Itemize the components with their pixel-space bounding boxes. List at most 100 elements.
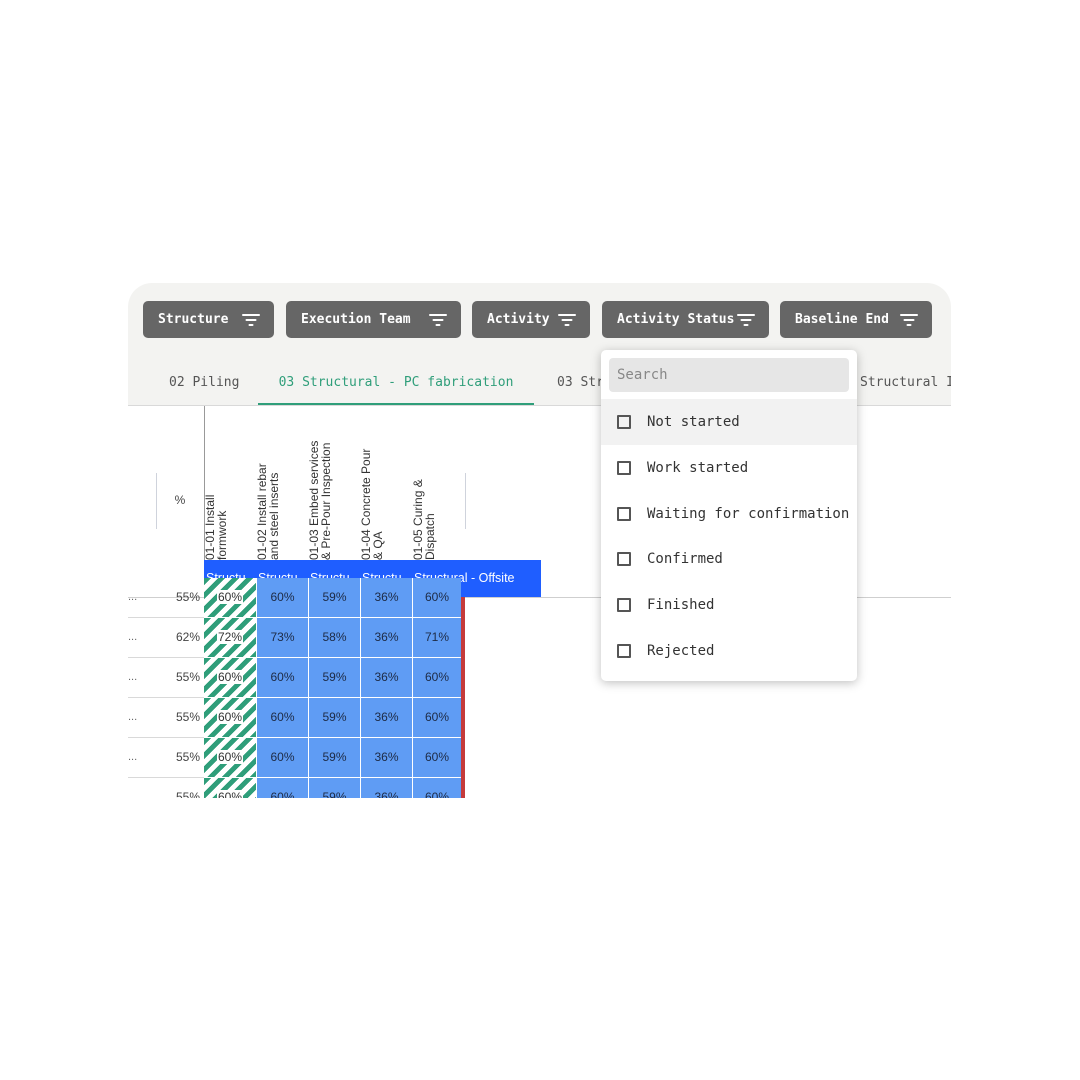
- tab-03-structural-pc-fabrication[interactable]: 03 Structural - PC fabrication: [258, 361, 534, 405]
- percent-column-header: %: [174, 493, 186, 507]
- row-lead: ...: [128, 751, 138, 763]
- progress-cell[interactable]: 60%: [256, 698, 308, 737]
- table-row[interactable]: ... 55% 60% 60% 59% 36% 60%: [128, 578, 468, 618]
- column-divider: [465, 473, 466, 529]
- tab-02-piling[interactable]: 02 Piling: [169, 361, 239, 405]
- progress-cell[interactable]: 59%: [308, 778, 360, 798]
- option-label: Confirmed: [647, 551, 723, 567]
- progress-cell[interactable]: 59%: [308, 578, 360, 617]
- status-option-finished[interactable]: Finished: [601, 582, 857, 628]
- table-row[interactable]: ... 55% 60% 60% 59% 36% 60%: [128, 658, 468, 698]
- progress-cell[interactable]: 60%: [412, 578, 461, 617]
- status-option-waiting-for-confirmation[interactable]: Waiting for confirmation: [601, 491, 857, 537]
- progress-cell[interactable]: 60%: [204, 738, 256, 777]
- search-input[interactable]: [609, 358, 849, 392]
- option-label: Finished: [647, 597, 715, 613]
- cell-value: 60%: [216, 710, 244, 724]
- progress-cell[interactable]: 60%: [204, 658, 256, 697]
- tab-03-structural[interactable]: 03 Str: [557, 361, 604, 405]
- option-label: Work started: [647, 460, 749, 476]
- progress-cell[interactable]: 36%: [360, 658, 412, 697]
- row-lead: ...: [128, 631, 138, 643]
- row-lead: ...: [128, 671, 138, 683]
- status-option-not-started[interactable]: Not started: [601, 399, 857, 445]
- filter-activity-button[interactable]: Activity: [472, 301, 590, 338]
- filter-label: Execution Team: [301, 312, 411, 327]
- progress-cell[interactable]: 58%: [308, 618, 360, 657]
- checkbox[interactable]: [617, 461, 631, 475]
- column-header-01-02[interactable]: 01-02 Install rebar and steel inserts: [255, 408, 308, 560]
- checkbox[interactable]: [617, 552, 631, 566]
- progress-cell[interactable]: 36%: [360, 618, 412, 657]
- tab-structural[interactable]: Structural I: [860, 361, 951, 405]
- status-option-confirmed[interactable]: Confirmed: [601, 536, 857, 582]
- filter-icon: [558, 313, 576, 327]
- today-marker-line: [461, 597, 465, 798]
- table-row[interactable]: ... 55% 60% 60% 59% 36% 60%: [128, 738, 468, 778]
- option-label: Not started: [647, 414, 740, 430]
- progress-cell[interactable]: 60%: [412, 698, 461, 737]
- progress-cell[interactable]: 60%: [256, 578, 308, 617]
- checkbox[interactable]: [617, 598, 631, 612]
- filter-baseline-end-button[interactable]: Baseline End: [780, 301, 932, 338]
- progress-cell[interactable]: 36%: [360, 778, 412, 798]
- progress-cell[interactable]: 60%: [204, 778, 256, 798]
- row-percent: 62%: [175, 630, 200, 644]
- progress-cell[interactable]: 59%: [308, 658, 360, 697]
- progress-cell[interactable]: 60%: [256, 738, 308, 777]
- progress-cell[interactable]: 60%: [204, 578, 256, 617]
- row-lead: ...: [128, 791, 138, 798]
- column-divider: [156, 473, 157, 529]
- status-option-rejected[interactable]: Rejected: [601, 628, 857, 674]
- column-header-01-05[interactable]: 01-05 Curing & Dispatch: [411, 408, 464, 560]
- filter-label: Structure: [158, 312, 229, 327]
- row-percent: 55%: [175, 750, 200, 764]
- option-label: Rejected: [647, 643, 715, 659]
- progress-cell[interactable]: 59%: [308, 738, 360, 777]
- cell-value: 72%: [216, 630, 244, 644]
- row-percent: 55%: [175, 590, 200, 604]
- cell-value: 60%: [216, 790, 244, 798]
- filter-icon: [900, 313, 918, 327]
- cell-value: 60%: [216, 670, 244, 684]
- progress-cell[interactable]: 71%: [412, 618, 461, 657]
- checkbox[interactable]: [617, 507, 631, 521]
- table-row[interactable]: ... 55% 60% 60% 59% 36% 60%: [128, 698, 468, 738]
- row-lead: ...: [128, 711, 138, 723]
- activity-status-dropdown: Not started Work started Waiting for con…: [601, 350, 857, 681]
- progress-cell[interactable]: 60%: [204, 698, 256, 737]
- filter-label: Activity Status: [617, 312, 735, 327]
- row-percent: 55%: [175, 710, 200, 724]
- progress-cell[interactable]: 36%: [360, 578, 412, 617]
- checkbox[interactable]: [617, 644, 631, 658]
- progress-cell[interactable]: 60%: [256, 778, 308, 798]
- checkbox[interactable]: [617, 415, 631, 429]
- filter-label: Baseline End: [795, 312, 889, 327]
- table-row[interactable]: ... 55% 60% 60% 59% 36% 60%: [128, 778, 468, 798]
- status-option-work-started[interactable]: Work started: [601, 445, 857, 491]
- table-row[interactable]: ... 62% 72% 73% 58% 36% 71%: [128, 618, 468, 658]
- progress-cell[interactable]: 60%: [412, 738, 461, 777]
- row-lead: ...: [128, 591, 138, 603]
- progress-cell[interactable]: 59%: [308, 698, 360, 737]
- progress-cell[interactable]: 60%: [256, 658, 308, 697]
- progress-cell[interactable]: 72%: [204, 618, 256, 657]
- column-header-text: and steel inserts: [267, 472, 281, 560]
- row-percent: 55%: [175, 790, 200, 798]
- cell-value: 60%: [216, 590, 244, 604]
- progress-cell[interactable]: 60%: [412, 658, 461, 697]
- progress-cell[interactable]: 36%: [360, 698, 412, 737]
- filter-icon: [242, 313, 260, 327]
- column-header-text: Dispatch: [423, 513, 437, 560]
- row-percent: 55%: [175, 670, 200, 684]
- column-header-01-04[interactable]: 01-04 Concrete Pour & QA: [359, 408, 412, 560]
- filter-activity-status-button[interactable]: Activity Status: [602, 301, 769, 338]
- option-label: Waiting for confirmation: [647, 506, 850, 522]
- progress-cell[interactable]: 36%: [360, 738, 412, 777]
- progress-cell[interactable]: 73%: [256, 618, 308, 657]
- filter-structure-button[interactable]: Structure: [143, 301, 274, 338]
- column-header-01-03[interactable]: 01-03 Embed services & Pre-Pour Inspectio…: [307, 408, 360, 560]
- column-header-01-01[interactable]: 01-01 Install formwork: [203, 408, 256, 560]
- progress-cell[interactable]: 60%: [412, 778, 461, 798]
- filter-execution-team-button[interactable]: Execution Team: [286, 301, 461, 338]
